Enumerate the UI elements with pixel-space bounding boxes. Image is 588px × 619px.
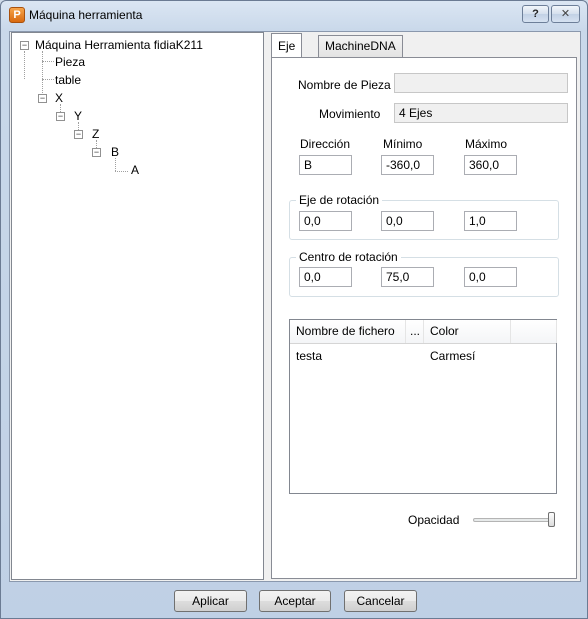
movimiento-label: Movimiento (319, 107, 381, 121)
eje-rotacion-title: Eje de rotación (296, 193, 383, 207)
aceptar-button[interactable]: Aceptar (259, 590, 331, 612)
opacidad-label: Opacidad (408, 513, 460, 527)
centro-rotacion-y-field[interactable]: 75,0 (381, 267, 434, 287)
cancelar-button[interactable]: Cancelar (344, 590, 417, 612)
close-button[interactable]: ✕ (551, 5, 580, 23)
file-list-header: Nombre de fichero ... Color (290, 320, 557, 344)
eje-rotacion-x-field[interactable]: 0,0 (299, 211, 352, 231)
collapse-icon[interactable]: − (38, 94, 47, 103)
tree-connector (42, 51, 43, 97)
collapse-icon[interactable]: − (92, 148, 101, 157)
tab-machinedna[interactable]: MachineDNA (318, 35, 403, 57)
help-button[interactable]: ? (522, 5, 549, 23)
tree-root-label[interactable]: Máquina Herramienta fidiaK211 (35, 37, 203, 53)
tree-connector (115, 171, 128, 172)
nombre-pieza-field (394, 73, 568, 93)
direccion-label: Dirección (300, 137, 351, 151)
file-row-color[interactable]: Carmesí (430, 349, 475, 363)
aplicar-button[interactable]: Aplicar (174, 590, 247, 612)
tree-item-x[interactable]: X (55, 90, 63, 106)
tree-connector (42, 61, 54, 62)
tree-connector (115, 158, 116, 171)
tree-item-pieza[interactable]: Pieza (55, 54, 85, 70)
dialog-window: P Máquina herramienta ? ✕ − Máquina Herr… (0, 0, 588, 619)
maximo-label: Máximo (465, 137, 508, 151)
collapse-icon[interactable]: − (20, 41, 29, 50)
eje-rotacion-z-field[interactable]: 1,0 (464, 211, 517, 231)
tree-item-table[interactable]: table (55, 72, 81, 88)
minimo-label: Mínimo (383, 137, 423, 151)
centro-rotacion-z-field[interactable]: 0,0 (464, 267, 517, 287)
centro-rotacion-title: Centro de rotación (296, 250, 401, 264)
minimo-field[interactable]: -360,0 (381, 155, 434, 175)
column-more[interactable]: ... (406, 320, 424, 343)
column-color[interactable]: Color (424, 320, 511, 343)
eje-panel: Nombre de Pieza Movimiento 4 Ejes Direcc… (271, 57, 577, 579)
movimiento-field: 4 Ejes (394, 103, 568, 123)
eje-rotacion-y-field[interactable]: 0,0 (381, 211, 434, 231)
window-title: Máquina herramienta (29, 8, 143, 22)
centro-rotacion-x-field[interactable]: 0,0 (299, 267, 352, 287)
tree-item-a[interactable]: A (131, 162, 139, 178)
direccion-field[interactable]: B (299, 155, 352, 175)
column-empty (511, 320, 557, 343)
title-bar[interactable]: P Máquina herramienta ? ✕ (1, 1, 587, 29)
app-p-icon: P (9, 7, 25, 23)
tree-connector (42, 79, 54, 80)
tab-eje[interactable]: Eje (271, 33, 303, 57)
machine-tree[interactable]: − Máquina Herramienta fidiaK211 Pieza ta… (11, 32, 264, 580)
opacidad-slider-track[interactable] (473, 518, 555, 522)
collapse-icon[interactable]: − (56, 112, 65, 121)
column-nombre-fichero[interactable]: Nombre de fichero (290, 320, 406, 343)
nombre-pieza-label: Nombre de Pieza (298, 78, 391, 92)
file-row-name[interactable]: testa (296, 349, 322, 363)
opacidad-slider-thumb[interactable] (548, 512, 555, 527)
collapse-icon[interactable]: − (74, 130, 83, 139)
file-list[interactable]: Nombre de fichero ... Color testa Carmes… (289, 319, 557, 494)
tree-connector (24, 51, 25, 79)
maximo-field[interactable]: 360,0 (464, 155, 517, 175)
